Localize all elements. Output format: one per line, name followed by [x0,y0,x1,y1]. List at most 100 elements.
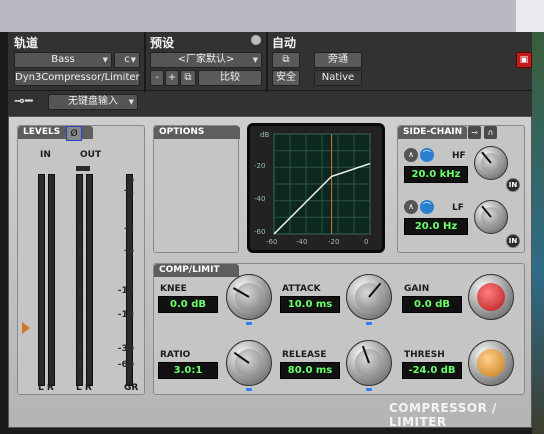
background-edge [532,32,544,434]
lf-value[interactable]: 20.0 Hz [404,218,468,235]
gr-meter [126,174,133,386]
channel-selector[interactable]: c ▼ [114,52,140,68]
insert-name: Dyn3Compressor/Limiter [15,72,140,83]
track-name: Bass [51,54,75,65]
plugin-header: 轨道 预设 自动 Bass ▼ c ▼ Dyn3Compressor/Limiter… [8,32,532,116]
gain-knob[interactable] [468,274,514,320]
meter-tick-label: -3 [124,224,134,234]
gain-label: GAIN [404,284,430,294]
lf-in-button[interactable]: IN [506,234,520,248]
lf-shelf-icon[interactable]: ⌒ [420,200,434,214]
ratio-knob[interactable] [226,340,272,386]
in-meter-left [38,174,45,386]
plugin-brand: COMPRESSOR / LIMITER [389,401,497,429]
in-meter-right [48,174,55,386]
lf-knob[interactable] [474,200,508,234]
options-panel: OPTIONS [153,125,240,253]
attack-label: ATTACK [282,284,321,294]
hf-bell-icon[interactable]: ∧ [404,148,418,162]
knee-knob[interactable] [226,274,272,320]
attack-value[interactable]: 10.0 ms [280,296,340,313]
meter-tick-mark [78,291,82,292]
bypass-button[interactable]: 旁通 [314,52,362,68]
release-label: RELEASE [282,350,327,360]
channel-name: c [124,54,130,65]
options-title: OPTIONS [159,127,205,137]
meter-tick-mark [78,251,82,252]
insert-selector[interactable]: Dyn3Compressor/Limiter [14,70,140,86]
graph-ytick: -40 [254,195,265,203]
track-label: 轨道 [14,36,39,50]
graph-xtick: -60 [266,238,277,246]
preset-prev-button[interactable]: - [150,70,164,86]
sidechain-panel: SIDE-CHAIN ⊸ ∩ ∧ ⌒ HF 20.0 kHz IN ∧ ⌒ LF… [397,125,525,253]
hf-knob[interactable] [474,146,508,180]
meter-tick-mark [78,229,82,230]
phase-invert-icon[interactable]: Ø [66,126,82,141]
native-indicator: Native [314,70,362,86]
lf-label: LF [452,203,464,213]
preset-name: <厂家默认> [177,54,235,65]
meter-tick-label: 0 [127,176,134,186]
hf-value[interactable]: 20.0 kHz [404,166,468,183]
key-icon: ⊸━ [14,94,33,109]
transfer-curve-display: dB -20 -40 -60 -60 -40 -20 0 [247,123,385,253]
out-meter-right [86,174,93,386]
hf-in-button[interactable]: IN [506,178,520,192]
track-selector[interactable]: Bass ▼ [14,52,112,68]
release-knob[interactable] [346,340,392,386]
sidechain-title: SIDE-CHAIN [403,127,463,137]
key-listen-icon[interactable]: ⊸ [468,126,481,139]
levels-title: LEVELS [23,127,61,137]
compare-button[interactable]: 比较 [198,70,262,86]
key-input-selector[interactable]: 无键盘输入 ▼ [48,94,138,110]
out-lr-label: L R [76,383,92,393]
graph-xtick: -40 [296,238,307,246]
hf-shelf-icon[interactable]: ⌒ [420,148,434,162]
headphones-icon[interactable]: ∩ [484,126,497,139]
transfer-curve-svg: dB -20 -40 -60 -60 -40 -20 0 [254,131,371,246]
meter-tick-label: -18 [117,310,134,320]
safe-button[interactable]: 安全 [272,70,300,86]
in-lr-label: L R [38,383,54,393]
levels-panel: LEVELS Ø IN OUT 0 -1 -3 -6 -12 -18 -30 -60 L R … [17,125,145,395]
thresh-knob[interactable] [468,340,514,386]
meter-tick-label: -6 [124,246,134,256]
gain-value[interactable]: 0.0 dB [402,296,462,313]
meter-tick-mark [78,191,82,192]
graph-ytick: -60 [254,228,265,236]
comp-limit-panel: COMP/LIMIT KNEE 0.0 dB ATTACK 10.0 ms GA… [153,263,525,395]
meter-tick-label: -1 [124,186,134,196]
copy-icon[interactable]: ⧉ [180,70,196,86]
meter-tick-label: -30 [117,344,134,354]
lf-bell-icon[interactable]: ∧ [404,200,418,214]
graph-ytick: -20 [254,162,265,170]
out-meter-left [76,174,83,386]
knee-value[interactable]: 0.0 dB [158,296,218,313]
hf-label: HF [452,151,466,161]
preset-selector[interactable]: <厂家默认> ▼ [150,52,262,68]
preset-next-button[interactable]: + [165,70,179,86]
plugin-body: LEVELS Ø IN OUT 0 -1 -3 -6 -12 -18 -30 -60 L R … [8,116,532,429]
auto-label: 自动 [272,36,297,50]
graph-xtick: -20 [328,238,339,246]
meter-tick-mark [78,365,82,366]
preset-menu-icon[interactable] [251,35,261,45]
ratio-value[interactable]: 3.0:1 [158,362,218,379]
graph-ytick-db: dB [260,131,269,139]
automation-icon[interactable]: ⧉ [272,52,300,68]
background-strip [0,0,544,32]
input-trim-handle[interactable] [22,322,30,334]
meter-tick-mark [78,315,82,316]
attack-knob[interactable] [346,274,392,320]
plugin-power-icon[interactable]: ▣ [516,52,532,68]
preset-label: 预设 [150,36,175,50]
release-value[interactable]: 80.0 ms [280,362,340,379]
key-input-name: 无键盘输入 [68,96,118,107]
ratio-label: RATIO [160,350,191,360]
thresh-value[interactable]: -24.0 dB [402,362,462,379]
comp-limit-title: COMP/LIMIT [159,265,220,275]
graph-xtick: 0 [364,238,368,246]
meter-tick-mark [78,349,82,350]
thresh-label: THRESH [404,350,445,360]
